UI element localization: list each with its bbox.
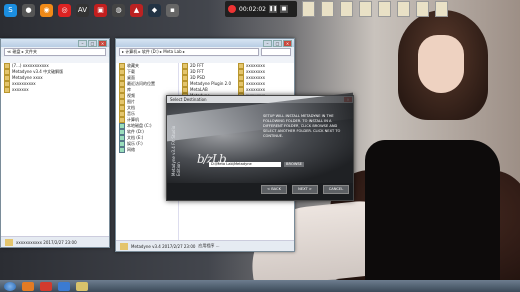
close-icon[interactable]: × (98, 40, 107, 47)
product-brand-vertical: Metadyne v3.4 FX Studio Edition (171, 125, 181, 176)
cancel-button[interactable]: CANCEL (323, 185, 349, 194)
taskbar (0, 280, 520, 292)
installer-dialog[interactable]: Select Destination × Metadyne v3.4 FX St… (166, 92, 354, 201)
back-button[interactable]: < BACK (261, 185, 287, 194)
maximize-icon[interactable]: □ (273, 40, 282, 47)
dialog-title: Select Destination (170, 97, 207, 102)
orb-icon[interactable]: ◍ (112, 3, 125, 17)
av-icon[interactable]: AV (76, 3, 89, 17)
status-name: Metadyne v3.4 2017/2/27 23:00 (131, 243, 196, 249)
start-button-icon[interactable] (4, 281, 16, 291)
desktop-file-icon[interactable] (359, 1, 372, 17)
window-titlebar[interactable]: – □ × (1, 39, 109, 47)
3d-app-icon[interactable]: ◆ (148, 3, 161, 17)
minimize-icon[interactable]: – (78, 40, 87, 47)
wallpaper-figure-dress (365, 140, 500, 290)
install-description: SETUP WILL INSTALL METADYNE IN THE FOLLO… (263, 114, 341, 138)
destination-path-field[interactable]: D:\Meta Lab\Metadyne (209, 162, 281, 167)
red-triangle-icon[interactable]: ▲ (130, 3, 143, 17)
nav-item-label: 最近访问的位置 (127, 81, 155, 86)
details-pane: Metadyne v3.4 2017/2/27 23:00 应用程序 ... (116, 240, 294, 251)
folder-icon (120, 242, 128, 250)
status-detail: 应用程序 ... (198, 243, 220, 248)
drive-icon (119, 147, 125, 153)
stop-icon[interactable]: ■ (279, 5, 288, 13)
desktop-file-icon[interactable] (340, 1, 353, 17)
folder-icon (4, 87, 10, 93)
recording-time: 00:02:02 (239, 5, 266, 13)
nav-item-label: 网络 (127, 147, 135, 152)
minimize-icon[interactable]: – (263, 40, 272, 47)
grey-app-icon[interactable]: ▪ (166, 3, 179, 17)
desktop-file-icon[interactable] (302, 1, 315, 17)
desktop-file-icon[interactable] (397, 1, 410, 17)
file-list[interactable]: (7...) xxxxxxxxxxx Metadyne v3.4 中文破解版 Met… (1, 63, 109, 237)
wallpaper-figure-face (418, 35, 464, 93)
screen-recorder-toolbar[interactable]: 00:02:02 ❚❚ ■ (225, 1, 297, 17)
taskbar-app-icon[interactable] (22, 281, 34, 291)
pause-icon[interactable]: ❚❚ (268, 5, 277, 13)
desktop-file-icon[interactable] (435, 1, 448, 17)
maximize-icon[interactable]: □ (88, 40, 97, 47)
taskbar-folder-icon[interactable] (76, 281, 88, 291)
address-bar[interactable]: ≪ 磁盘 ▸ 文件夹 (4, 48, 106, 56)
red-app-icon[interactable]: ▣ (94, 3, 107, 17)
desktop-file-icon[interactable] (416, 1, 429, 17)
sphere-icon[interactable]: ● (22, 3, 35, 17)
list-item[interactable]: xxxxxxx (1, 87, 109, 93)
close-icon[interactable]: × (283, 40, 292, 47)
desktop-file-icons (302, 1, 448, 17)
browse-button[interactable]: BROWSE (284, 162, 304, 167)
taskbar-app-icon[interactable] (58, 281, 70, 291)
record-icon[interactable] (228, 5, 236, 13)
red-circle-app-icon[interactable]: ◎ (58, 3, 71, 17)
folder-icon (5, 238, 13, 246)
desktop-file-icon[interactable] (378, 1, 391, 17)
search-input[interactable] (261, 48, 291, 56)
taskbar-app-icon[interactable] (40, 281, 52, 291)
details-pane: xxxxxxxxxxx 2017/2/27 23:00 (1, 236, 109, 247)
window-titlebar[interactable]: – □ × (116, 39, 294, 47)
status-text: xxxxxxxxxxx 2017/2/27 23:00 (16, 239, 77, 245)
left-explorer-window[interactable]: – □ × ≪ 磁盘 ▸ 文件夹 (7...) xxxxxxxxxxx Metad… (0, 38, 110, 248)
list-item-label: xxxxxxx (12, 87, 29, 92)
desktop-file-icon[interactable] (321, 1, 334, 17)
next-button[interactable]: NEXT > (292, 185, 318, 194)
s-app-icon[interactable]: S (4, 3, 17, 17)
orange-app-icon[interactable]: ◉ (40, 3, 53, 17)
address-bar[interactable]: ▸ 计算机 ▸ 软件 (D:) ▸ Meta Lab ▸ (119, 48, 259, 56)
